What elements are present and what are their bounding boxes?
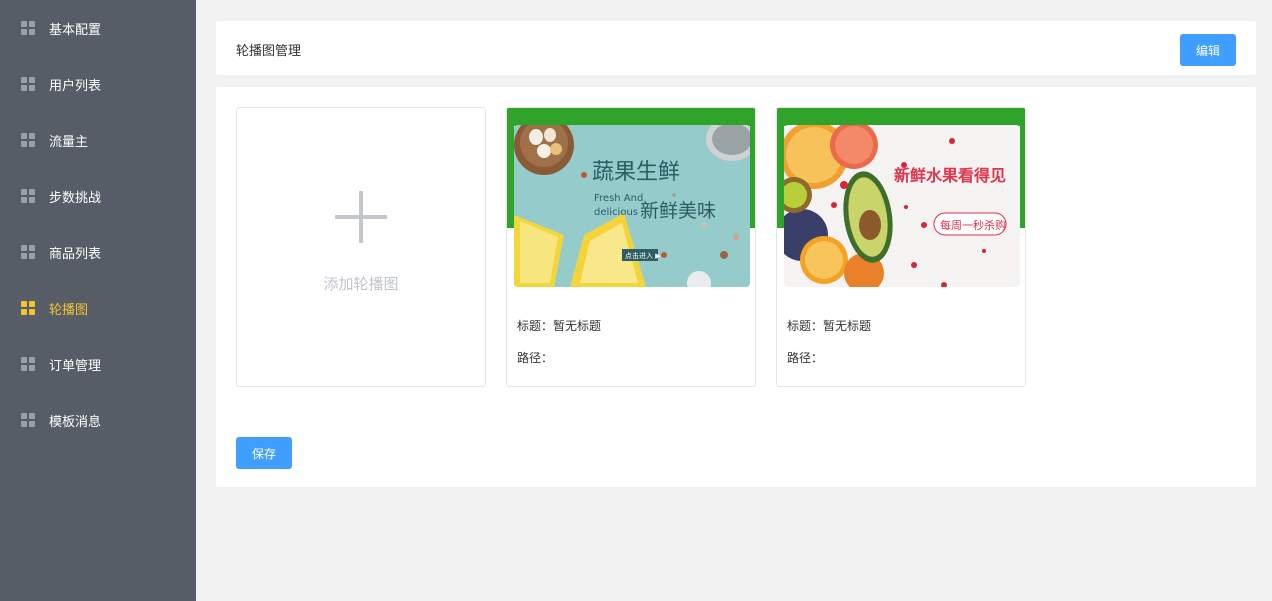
- card-meta: 标题：暂无标题 路径：: [517, 318, 601, 382]
- sidebar-item-label: 流量主: [49, 134, 89, 150]
- card-title: 标题：暂无标题: [517, 319, 602, 333]
- banner-subline-en-1: Fresh And: [594, 193, 643, 204]
- sidebar-item-template-messages[interactable]: 模板消息: [0, 392, 196, 448]
- card-meta: 标题：暂无标题 路径：: [787, 318, 871, 382]
- card-path: 路径：: [517, 351, 554, 365]
- sidebar-item-label: 轮播图: [49, 302, 89, 318]
- sidebar-item-product-list[interactable]: 商品列表: [0, 224, 196, 280]
- header-panel: 轮播图管理 编辑: [216, 21, 1256, 75]
- sidebar-item-label: 商品列表: [49, 246, 102, 262]
- grid-icon: [21, 301, 35, 315]
- banner-vegetables: 蔬果生鲜 Fresh And delicious 新鲜美味 点击进入 ▶: [514, 125, 750, 287]
- banner-button-text: 点击进入 ▶: [625, 251, 661, 260]
- sidebar-item-label: 模板消息: [49, 414, 102, 430]
- grid-icon: [21, 77, 35, 91]
- banner-subline-en-2: delicious: [594, 207, 638, 218]
- sidebar-item-carousel[interactable]: 轮播图: [0, 280, 196, 336]
- sidebar-item-basic-config[interactable]: 基本配置: [0, 0, 196, 56]
- grid-icon: [21, 413, 35, 427]
- sidebar: 基本配置 用户列表 流量主 步数挑战 商品列表 轮播图 订单管理 模板消息: [0, 0, 196, 601]
- sidebar-item-step-challenge[interactable]: 步数挑战: [0, 168, 196, 224]
- grid-icon: [21, 245, 35, 259]
- sidebar-item-label: 基本配置: [49, 22, 102, 38]
- banner-tag: 每周一秒杀购: [940, 218, 1006, 232]
- edit-button[interactable]: 编辑: [1180, 34, 1236, 66]
- banner-subline-cn: 新鲜美味: [640, 200, 716, 222]
- save-button[interactable]: 保存: [236, 437, 292, 469]
- grid-icon: [21, 189, 35, 203]
- sidebar-item-user-list[interactable]: 用户列表: [0, 56, 196, 112]
- sidebar-item-label: 用户列表: [49, 78, 102, 94]
- sidebar-item-label: 订单管理: [49, 358, 102, 374]
- carousel-card: 蔬果生鲜 Fresh And delicious 新鲜美味 点击进入 ▶ 标题：…: [506, 107, 756, 387]
- banner-headline: 新鲜水果看得见: [894, 166, 1006, 185]
- sidebar-item-order-management[interactable]: 订单管理: [0, 336, 196, 392]
- carousel-image[interactable]: 蔬果生鲜 Fresh And delicious 新鲜美味 点击进入 ▶: [507, 108, 755, 288]
- carousel-card: 新鲜水果看得见 每周一秒杀购 标题：暂无标题 路径：: [776, 107, 1026, 387]
- sidebar-item-label: 步数挑战: [49, 190, 102, 206]
- grid-icon: [21, 21, 35, 35]
- grid-icon: [21, 133, 35, 147]
- page-title: 轮播图管理: [236, 44, 302, 59]
- card-title: 标题：暂无标题: [787, 319, 872, 333]
- banner-fruits: 新鲜水果看得见 每周一秒杀购: [784, 125, 1020, 287]
- carousel-image[interactable]: 新鲜水果看得见 每周一秒杀购: [777, 108, 1025, 288]
- sidebar-item-traffic-owner[interactable]: 流量主: [0, 112, 196, 168]
- card-path: 路径：: [787, 351, 824, 365]
- plus-icon: [335, 190, 387, 243]
- add-carousel-card[interactable]: 添加轮播图: [236, 107, 486, 387]
- carousel-panel: 添加轮播图 蔬果生鲜 Fresh And delicious 新鲜美味 点击进入…: [216, 87, 1256, 487]
- grid-icon: [21, 357, 35, 371]
- add-carousel-label: 添加轮播图: [323, 274, 399, 293]
- banner-headline: 蔬果生鲜: [592, 160, 680, 185]
